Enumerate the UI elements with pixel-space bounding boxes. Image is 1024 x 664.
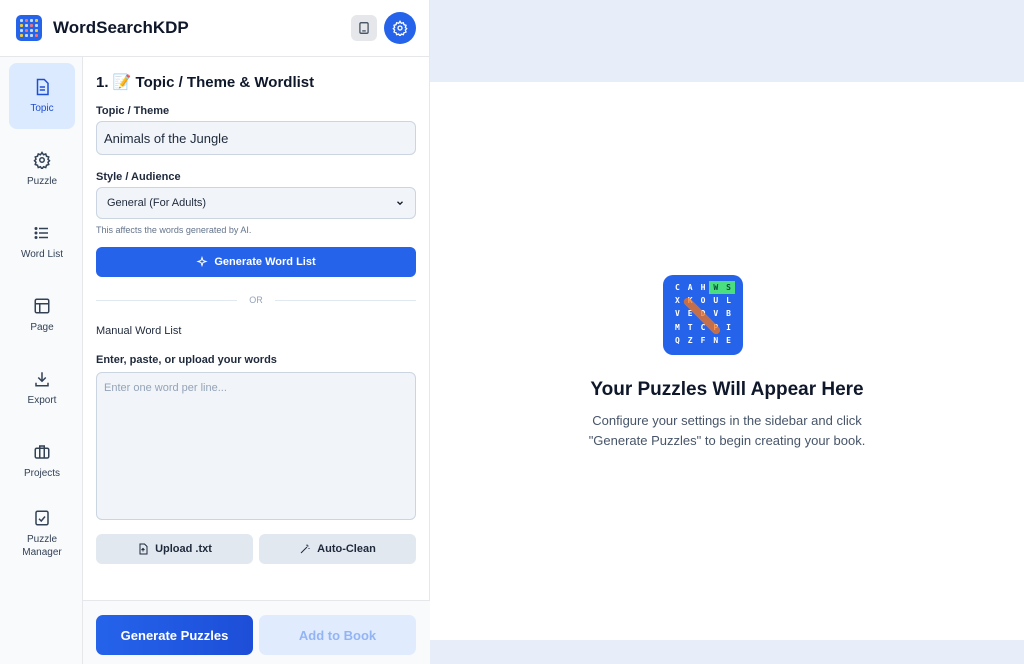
nav-item-puzzle-manager[interactable]: Puzzle Manager xyxy=(9,501,75,567)
book-button[interactable] xyxy=(351,15,377,41)
nav-item-puzzle[interactable]: Puzzle xyxy=(9,136,75,202)
placeholder-subtitle: Configure your settings in the sidebar a… xyxy=(430,411,1024,451)
document-icon xyxy=(36,78,49,95)
app-header: WordSearchKDP xyxy=(0,0,430,57)
grid-letter: M xyxy=(674,322,680,332)
nav-label: Page xyxy=(30,321,54,333)
grid-letter: W xyxy=(709,281,723,295)
upload-label: Upload .txt xyxy=(155,543,212,555)
gear-icon xyxy=(33,150,51,169)
topic-label: Topic / Theme xyxy=(96,105,170,117)
or-divider: OR xyxy=(96,295,416,305)
download-icon xyxy=(35,371,49,386)
grid-letter: V xyxy=(713,309,719,319)
grid-letter: U xyxy=(713,296,719,306)
sidebar-footer: Generate Puzzles Add to Book xyxy=(83,600,430,664)
generate-word-list-label: Generate Word List xyxy=(214,256,316,268)
grid-letter: C xyxy=(674,283,680,293)
topic-input[interactable]: Animals of the Jungle xyxy=(96,121,416,155)
grid-letter: I xyxy=(726,322,731,332)
magic-wand-icon xyxy=(300,544,310,554)
nav-label: Puzzle Manager xyxy=(22,534,62,558)
sidebar: WordSearchKDP Topic Puzzle Word List Pag… xyxy=(0,0,430,664)
auto-clean-button[interactable]: Auto-Clean xyxy=(259,534,416,564)
briefcase-icon xyxy=(34,444,50,459)
style-select[interactable]: General (For Adults) xyxy=(96,187,416,219)
side-nav: Topic Puzzle Word List Page Export Proje… xyxy=(0,57,83,664)
enter-words-label: Enter, paste, or upload your words xyxy=(96,354,277,366)
chevron-down-icon xyxy=(397,201,403,206)
topic-panel: 1. 📝 Topic / Theme & Wordlist Topic / Th… xyxy=(83,57,430,664)
grid-letter: X xyxy=(674,296,680,306)
grid-letter: V xyxy=(674,309,680,319)
nav-item-word-list[interactable]: Word List xyxy=(9,209,75,275)
style-hint: This affects the words generated by AI. xyxy=(96,225,252,235)
section-title: 1. 📝 Topic / Theme & Wordlist xyxy=(96,74,315,91)
generate-puzzles-button[interactable]: Generate Puzzles xyxy=(96,615,253,655)
or-text: OR xyxy=(249,295,263,305)
nav-label: Export xyxy=(27,394,57,406)
manual-label: Manual Word List xyxy=(96,325,182,337)
grid-letter: H xyxy=(700,283,706,293)
grid-letter: A xyxy=(687,283,693,293)
auto-clean-label: Auto-Clean xyxy=(317,543,376,555)
style-select-value: General (For Adults) xyxy=(107,197,207,209)
placeholder-title: Your Puzzles Will Appear Here xyxy=(590,379,864,400)
nav-label: Puzzle xyxy=(26,175,57,187)
upload-txt-button[interactable]: Upload .txt xyxy=(96,534,253,564)
nav-item-page[interactable]: Page xyxy=(9,282,75,348)
nav-label: Word List xyxy=(20,248,64,260)
list-icon xyxy=(34,226,48,239)
gear-icon xyxy=(392,20,408,36)
nav-item-projects[interactable]: Projects xyxy=(9,428,75,494)
nav-item-topic[interactable]: Topic xyxy=(9,63,75,129)
placeholder-subtitle-line: "Generate Puzzles" to begin creating you… xyxy=(588,433,866,448)
book-icon xyxy=(359,22,369,34)
grid-letter: L xyxy=(726,296,731,306)
nav-label: Topic xyxy=(30,102,54,114)
style-label: Style / Audience xyxy=(96,171,181,183)
nav-label: Projects xyxy=(23,467,61,479)
word-list-textarea[interactable]: Enter one word per line... xyxy=(96,372,416,520)
grid-letter: Z xyxy=(687,335,693,345)
app-logo-icon xyxy=(16,15,42,41)
add-to-book-button[interactable]: Add to Book xyxy=(259,615,416,655)
grid-letter: E xyxy=(726,335,731,345)
grid-letter: B xyxy=(726,309,731,319)
placeholder-subtitle-line: Configure your settings in the sidebar a… xyxy=(592,413,862,428)
sparkles-icon xyxy=(196,256,208,268)
main-preview-area: CAHWSXKOULVEDVBMTCPIQZFNE Your Puzzles W… xyxy=(430,82,1024,640)
grid-letter: F xyxy=(700,335,706,345)
grid-letter: N xyxy=(713,335,719,345)
grid-letter: T xyxy=(687,322,693,332)
grid-letter: Q xyxy=(674,335,680,345)
app-title: WordSearchKDP xyxy=(53,18,189,37)
main-bottom-bar xyxy=(430,640,1024,664)
nav-item-export[interactable]: Export xyxy=(9,355,75,421)
word-search-illustration-icon: CAHWSXKOULVEDVBMTCPIQZFNE xyxy=(663,275,743,355)
settings-button[interactable] xyxy=(384,12,416,44)
grid-letter: O xyxy=(700,296,706,306)
main-top-bar xyxy=(430,0,1024,82)
layout-icon xyxy=(34,298,50,313)
grid-letter: S xyxy=(722,281,735,295)
clipboard-check-icon xyxy=(35,510,49,526)
generate-word-list-button[interactable]: Generate Word List xyxy=(96,247,416,277)
file-upload-icon xyxy=(139,543,148,555)
